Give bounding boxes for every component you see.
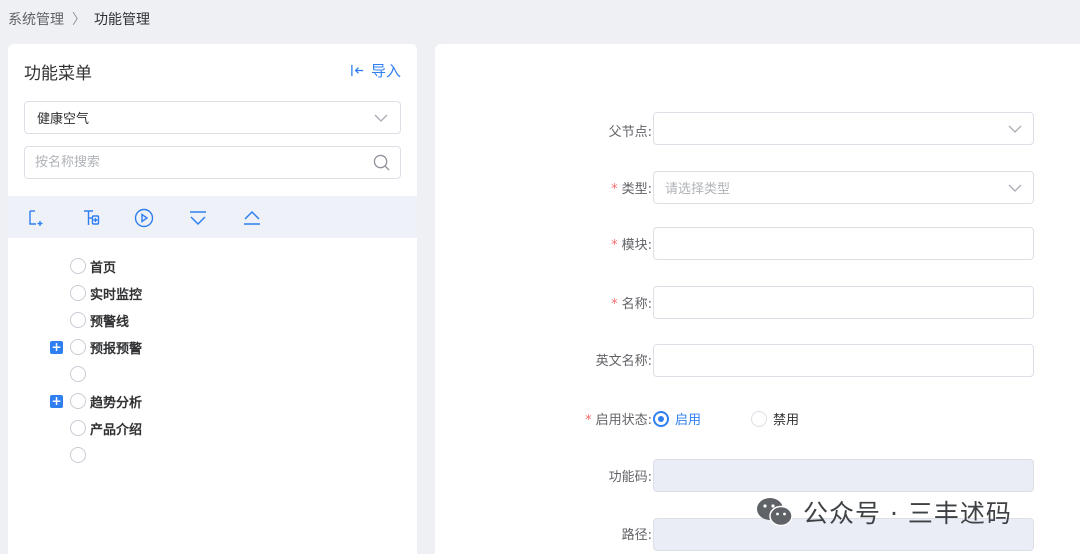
collapse-all-icon[interactable] [242, 208, 262, 228]
type-select-placeholder: 请选择类型 [665, 182, 731, 197]
status-disable-radio[interactable]: 禁用 [751, 409, 799, 428]
tree-node-label: 预警线 [90, 314, 130, 330]
function-form-panel: 父节点: * 类型: 请选择类型 * 模块: * 名称: 英文名称: * 启用状态: 启… [435, 44, 1080, 554]
chevron-down-icon [1008, 184, 1022, 192]
parent-node-select[interactable] [653, 112, 1034, 145]
add-root-icon[interactable] [26, 208, 46, 228]
name-label: * 名称: [611, 297, 652, 312]
required-mark: * [611, 297, 618, 312]
tree-node-label: 实时监控 [90, 287, 143, 303]
module-input[interactable] [653, 227, 1034, 260]
breadcrumb-root[interactable]: 系统管理 [8, 9, 64, 29]
expand-icon[interactable]: + [50, 394, 63, 408]
watermark: 公众号 · 三丰述码 [755, 494, 1012, 530]
tree-node-radio[interactable] [70, 420, 86, 436]
tree-node-label: 产品介绍 [90, 422, 143, 438]
type-select[interactable]: 请选择类型 [653, 171, 1034, 204]
radio-unchecked-icon[interactable] [751, 410, 768, 427]
status-label: * 启用状态: [585, 413, 652, 428]
english-name-input[interactable] [653, 344, 1034, 377]
tree-toolbar [8, 196, 417, 238]
breadcrumb-separator: 〉 [72, 12, 86, 28]
status-radio-group: 启用 禁用 [653, 409, 817, 428]
import-button[interactable]: 导入 [350, 60, 401, 81]
panel-title: 功能菜单 [24, 64, 92, 84]
status-disable-label: 禁用 [773, 413, 800, 428]
search-field [24, 146, 401, 179]
tree-node-radio[interactable] [70, 447, 86, 463]
chevron-down-icon [1008, 125, 1022, 133]
status-enable-label: 启用 [675, 413, 702, 428]
add-child-icon[interactable] [81, 208, 101, 228]
expand-all-icon[interactable] [188, 208, 208, 228]
status-enable-radio[interactable]: 启用 [653, 409, 701, 428]
breadcrumb-current: 功能管理 [94, 12, 150, 28]
function-code-label: 功能码: [608, 470, 652, 485]
tree-node-radio[interactable] [70, 312, 86, 328]
name-input[interactable] [653, 286, 1034, 319]
breadcrumb: 系统管理 〉 功能管理 [8, 9, 150, 29]
tree-node-radio[interactable] [70, 285, 86, 301]
tree-node-radio[interactable] [70, 258, 86, 274]
function-code-input [653, 459, 1034, 492]
module-label: * 模块: [611, 238, 652, 253]
type-label: * 类型: [611, 182, 652, 197]
function-menu-panel: 功能菜单 导入 健康空气 按名称搜索 首页 实时监控 预警线 + 预报预警 + … [8, 44, 417, 554]
expand-icon[interactable]: + [50, 340, 63, 354]
english-name-label: 英文名称: [595, 354, 652, 369]
watermark-text: 公众号 · 三丰述码 [803, 499, 1012, 528]
import-label: 导入 [370, 62, 401, 80]
tree-node-radio[interactable] [70, 366, 86, 382]
tree-node-label: 预报预警 [90, 341, 143, 357]
category-select[interactable]: 健康空气 [24, 101, 401, 134]
radio-checked-icon[interactable] [653, 410, 669, 427]
tree-node-label: 趋势分析 [90, 395, 143, 411]
search-input[interactable] [35, 155, 335, 170]
play-circle-icon[interactable] [134, 208, 154, 228]
tree-node-radio[interactable] [70, 393, 86, 409]
required-mark: * [611, 238, 618, 253]
import-icon [351, 64, 364, 77]
required-mark: * [585, 413, 592, 428]
tree-node-radio[interactable] [70, 339, 86, 355]
path-label: 路径: [621, 528, 652, 543]
chevron-down-icon [374, 114, 388, 122]
search-icon[interactable] [373, 154, 390, 171]
parent-node-label: 父节点: [608, 125, 652, 140]
category-select-value: 健康空气 [37, 112, 90, 127]
tree-node-label: 首页 [90, 260, 117, 276]
required-mark: * [611, 182, 618, 197]
wechat-icon [757, 498, 793, 527]
